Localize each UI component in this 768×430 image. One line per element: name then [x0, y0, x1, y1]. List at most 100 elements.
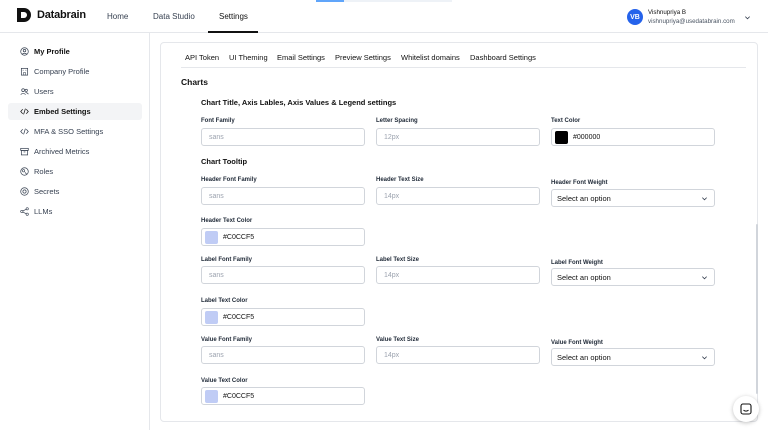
header-font-family-label: Header Font Family — [201, 177, 257, 183]
top-loading-bar — [316, 0, 344, 2]
logo[interactable]: Databrain — [16, 7, 86, 23]
sidebar-item-archived-metrics[interactable]: Archived Metrics — [8, 143, 142, 160]
sidebar-item-label: LLMs — [34, 207, 53, 216]
text-color-input[interactable]: #000000 — [551, 128, 715, 146]
letter-spacing-label: Letter Spacing — [376, 118, 418, 124]
chevron-down-icon — [702, 356, 707, 360]
sidebar-item-label: Archived Metrics — [34, 147, 90, 156]
databrain-logo-icon — [17, 8, 31, 22]
label-font-weight-label: Label Font Weight — [551, 260, 603, 266]
sidebar-item-label: Secrets — [34, 187, 60, 196]
sidebar-item-company-profile[interactable]: Company Profile — [8, 63, 142, 80]
value-text-color-input[interactable]: #C0CCF5 — [201, 387, 365, 405]
chart-tooltip-title: Chart Tooltip — [201, 157, 248, 166]
header-font-weight-label: Header Font Weight — [551, 180, 608, 186]
color-swatch[interactable] — [555, 130, 568, 144]
value-text-size-input[interactable]: 14px — [376, 346, 540, 364]
sidebar-item-my-profile[interactable]: My Profile — [8, 43, 142, 60]
content-scrollbar[interactable] — [756, 224, 758, 394]
label-font-weight-select[interactable]: Select an option — [551, 268, 715, 286]
header-text-color-label: Header Text Color — [201, 218, 253, 224]
sidebar-item-llms[interactable]: LLMs — [8, 203, 142, 220]
header-text-size-label: Header Text Size — [376, 177, 424, 183]
select-value: Select an option — [557, 193, 611, 203]
sidebar-item-label: Embed Settings — [34, 107, 91, 116]
select-value: Select an option — [557, 272, 611, 282]
tab-whitelist-domains[interactable]: Whitelist domains — [401, 53, 460, 62]
general-settings-title: Chart Title, Axis Lables, Axis Values & … — [201, 98, 397, 107]
value-text-color-label: Value Text Color — [201, 378, 248, 384]
section-title: Charts — [181, 77, 208, 87]
label-font-family-label: Label Font Family — [201, 257, 253, 263]
chevron-down-icon — [702, 197, 707, 201]
sidebar-item-secrets[interactable]: Secrets — [8, 183, 142, 200]
label-text-size-input[interactable]: 14px — [376, 266, 540, 284]
nav-home[interactable]: Home — [107, 12, 128, 21]
user-email: vishnupriya@usedatabrain.com — [648, 18, 735, 25]
label-text-color-value: #C0CCF5 — [223, 313, 255, 321]
chevron-down-icon — [744, 15, 750, 19]
label-text-color-label: Label Text Color — [201, 298, 248, 304]
value-text-color-value: #C0CCF5 — [223, 392, 255, 400]
select-value: Select an option — [557, 352, 611, 362]
value-font-family-input[interactable]: sans — [201, 346, 365, 364]
header-font-weight-select[interactable]: Select an option — [551, 189, 715, 207]
user-name: Vishnupriya B — [648, 9, 687, 16]
sidebar-item-users[interactable]: Users — [8, 83, 142, 100]
value-font-family-label: Value Font Family — [201, 337, 253, 343]
label-text-size-label: Label Text Size — [376, 257, 419, 263]
share-nodes-icon — [20, 207, 29, 216]
sidebar-item-label: MFA & SSO Settings — [34, 127, 104, 136]
value-text-size-label: Value Text Size — [376, 337, 419, 343]
font-family-input[interactable]: sans — [201, 128, 365, 146]
sidebar-item-mfa-sso-settings[interactable]: MFA & SSO Settings — [8, 123, 142, 140]
roles-icon — [20, 167, 29, 176]
color-swatch[interactable] — [205, 389, 218, 403]
sidebar-item-roles[interactable]: Roles — [8, 163, 142, 180]
app-name: Databrain — [37, 9, 86, 21]
label-text-color-input[interactable]: #C0CCF5 — [201, 308, 365, 326]
header-text-color-value: #C0CCF5 — [223, 233, 255, 241]
sidebar-item-label: Company Profile — [34, 67, 90, 76]
sidebar-item-label: Users — [34, 87, 54, 96]
building-icon — [20, 67, 29, 76]
value-font-weight-label: Value Font Weight — [551, 340, 603, 346]
nav-data-studio[interactable]: Data Studio — [153, 12, 195, 21]
tab-api-token[interactable]: API Token — [185, 53, 219, 62]
sidebar-item-label: My Profile — [34, 47, 70, 56]
tab-email-settings[interactable]: Email Settings — [277, 53, 325, 62]
sidebar-item-embed-settings[interactable]: Embed Settings — [8, 103, 142, 120]
header-font-family-input[interactable]: sans — [201, 187, 365, 205]
nav-settings[interactable]: Settings — [219, 12, 248, 21]
chat-button[interactable] — [733, 396, 759, 422]
user-circle-icon — [20, 47, 29, 56]
tab-dashboard-settings[interactable]: Dashboard Settings — [470, 53, 536, 62]
tab-ui-theming[interactable]: UI Theming — [229, 53, 268, 62]
secret-icon — [20, 187, 29, 196]
user-menu[interactable]: VB Vishnupriya B vishnupriya@usedatabrai… — [627, 8, 751, 26]
user-info: Vishnupriya B vishnupriya@usedatabrain.c… — [648, 8, 735, 26]
avatar: VB — [627, 9, 643, 25]
value-font-weight-select[interactable]: Select an option — [551, 348, 715, 366]
sidebar-item-label: Roles — [34, 167, 54, 176]
color-swatch[interactable] — [205, 230, 218, 244]
text-color-value: #000000 — [573, 133, 601, 141]
sidebar: My Profile Company Profile Users Embed S… — [0, 33, 150, 430]
chat-icon — [740, 403, 752, 415]
letter-spacing-input[interactable]: 12px — [376, 128, 540, 146]
color-swatch[interactable] — [205, 310, 218, 324]
nav-active-underline — [208, 31, 258, 33]
label-font-family-input[interactable]: sans — [201, 266, 365, 284]
tabs-divider — [181, 67, 746, 68]
top-bar: Databrain Home Data Studio Settings VB V… — [0, 0, 768, 33]
archive-icon — [20, 147, 29, 156]
header-text-size-input[interactable]: 14px — [376, 187, 540, 205]
text-color-label: Text Color — [551, 118, 581, 124]
users-icon — [20, 88, 29, 95]
code-icon — [20, 128, 29, 135]
font-family-label: Font Family — [201, 118, 235, 124]
tab-preview-settings[interactable]: Preview Settings — [335, 53, 391, 62]
chevron-down-icon — [702, 276, 707, 280]
code-icon — [20, 108, 29, 115]
header-text-color-input[interactable]: #C0CCF5 — [201, 228, 365, 246]
